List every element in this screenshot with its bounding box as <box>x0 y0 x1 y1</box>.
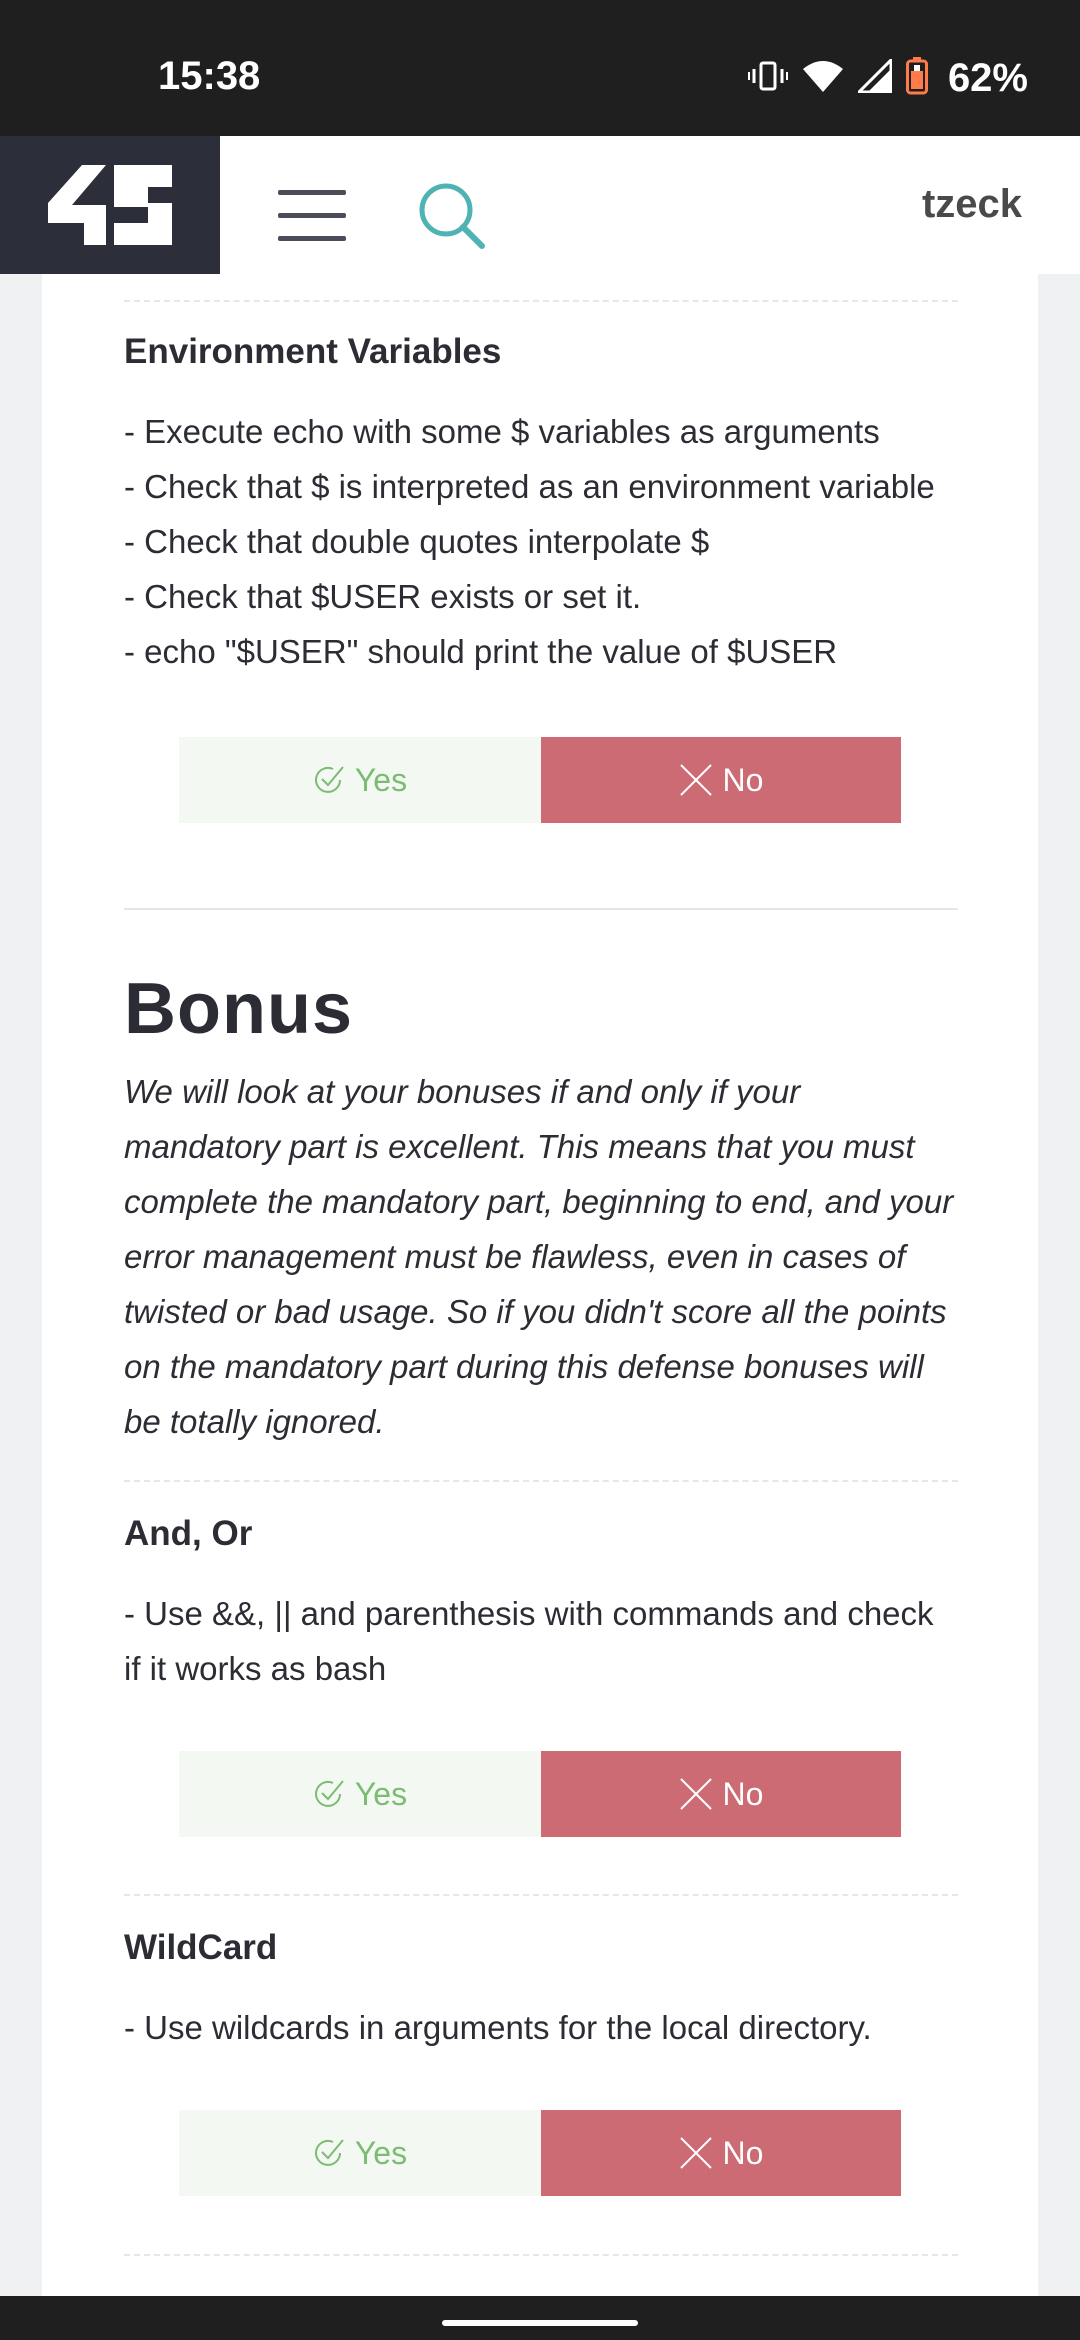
home-gesture-handle[interactable] <box>442 2320 638 2326</box>
no-label: No <box>722 2134 764 2171</box>
bonus-intro-text: We will look at your bonuses if and only… <box>124 1073 954 1440</box>
desc-line: - Check that $ is interpreted as an envi… <box>124 468 935 505</box>
status-time: 15:38 <box>158 54 261 98</box>
status-bar: 15:38 62% <box>0 0 1080 136</box>
no-label: No <box>722 761 764 798</box>
bonus-divider <box>124 908 958 910</box>
section-divider <box>124 1480 958 1482</box>
section-divider <box>124 300 958 302</box>
check-icon <box>314 1780 344 1807</box>
no-button[interactable]: No <box>541 1751 901 1837</box>
yes-button[interactable]: Yes <box>179 2110 541 2196</box>
desc-line: - Execute echo with some $ variables as … <box>124 413 880 450</box>
close-icon <box>679 1778 712 1810</box>
yes-button[interactable]: Yes <box>179 737 541 823</box>
section-title: And, Or <box>124 1514 253 1553</box>
bonus-header: Bonus <box>124 968 958 1050</box>
yes-button[interactable]: Yes <box>179 1751 541 1837</box>
vibrate-icon <box>747 60 788 97</box>
status-icons: 62% <box>747 56 1028 101</box>
desc-line: - Use &&, || and parenthesis with comman… <box>124 1595 934 1687</box>
no-button[interactable]: No <box>541 2110 901 2196</box>
section-environment-variables: Environment Variables <box>124 332 958 372</box>
section-title: Environment Variables <box>124 332 502 371</box>
evaluation-card: Environment Variables - Execute echo wit… <box>42 274 1038 2296</box>
search-button[interactable] <box>416 180 488 252</box>
bonus-intro: We will look at your bonuses if and only… <box>124 1064 958 1449</box>
yes-no-toggle: Yes No <box>179 737 901 823</box>
section-title: WildCard <box>124 1928 278 1967</box>
menu-icon <box>278 190 346 241</box>
yes-no-toggle: Yes No <box>179 2110 901 2196</box>
section-divider <box>124 1894 958 1896</box>
logo[interactable] <box>0 136 220 274</box>
section-wildcard: WildCard <box>124 1928 958 1968</box>
section-description: - Execute echo with some $ variables as … <box>124 404 958 679</box>
signal-icon <box>855 56 893 98</box>
section-description: - Use wildcards in arguments for the loc… <box>124 2000 958 2055</box>
logo-42-icon <box>48 165 172 245</box>
yes-label: Yes <box>354 1775 408 1812</box>
bonus-title: Bonus <box>124 969 353 1049</box>
check-icon <box>314 766 344 793</box>
desc-line: - Use wildcards in arguments for the loc… <box>124 2009 872 2046</box>
app-header: tzeck <box>0 136 1080 274</box>
menu-button[interactable] <box>278 190 346 242</box>
no-label: No <box>722 1775 764 1812</box>
section-divider <box>124 2254 958 2256</box>
yes-label: Yes <box>354 2134 408 2171</box>
wifi-icon <box>802 59 844 98</box>
close-icon <box>679 2137 712 2169</box>
system-nav-bar <box>0 2296 1080 2340</box>
desc-line: - echo "$USER" should print the value of… <box>124 633 838 670</box>
close-icon <box>679 764 712 796</box>
no-button[interactable]: No <box>541 737 901 823</box>
desc-line: - Check that double quotes interpolate $ <box>124 523 710 560</box>
desc-line: - Check that $USER exists or set it. <box>124 578 642 615</box>
check-icon <box>314 2139 344 2166</box>
search-icon <box>419 183 485 249</box>
username-link[interactable]: tzeck <box>922 182 1022 227</box>
section-and-or: And, Or <box>124 1514 958 1554</box>
yes-label: Yes <box>354 761 408 798</box>
battery-icon <box>905 57 928 100</box>
yes-no-toggle: Yes No <box>179 1751 901 1837</box>
section-description: - Use &&, || and parenthesis with comman… <box>124 1586 958 1696</box>
battery-percentage: 62% <box>947 56 1028 100</box>
